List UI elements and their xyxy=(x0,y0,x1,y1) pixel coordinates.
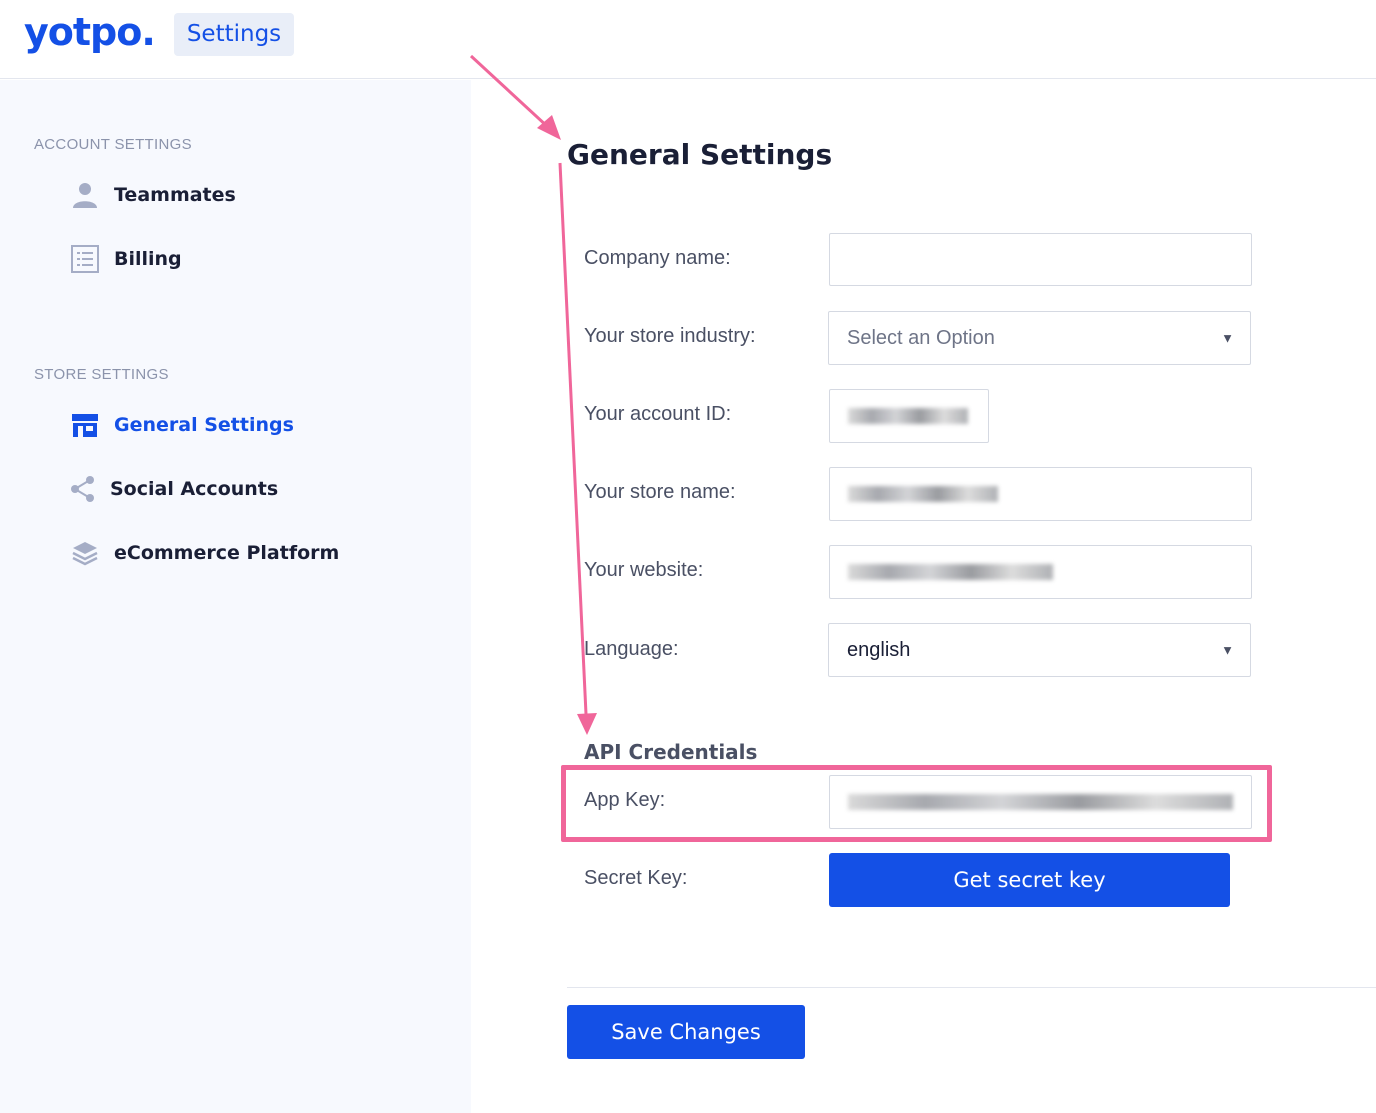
sidebar-item-billing[interactable]: Billing xyxy=(70,241,182,277)
sidebar-item-label: Social Accounts xyxy=(110,478,279,500)
sidebar-item-label: General Settings xyxy=(114,414,294,436)
website-label: Your website: xyxy=(584,559,704,581)
yotpo-logo[interactable]: yotpo. xyxy=(24,10,156,54)
account-id-label: Your account ID: xyxy=(584,403,732,425)
company-name-input[interactable] xyxy=(829,233,1252,286)
website-input[interactable] xyxy=(829,545,1252,599)
person-icon xyxy=(70,180,100,210)
sidebar-item-ecommerce-platform[interactable]: eCommerce Platform xyxy=(70,535,339,571)
store-name-label: Your store name: xyxy=(584,481,736,503)
app-header: yotpo. Settings xyxy=(0,0,1376,79)
sidebar-item-label: Teammates xyxy=(114,184,236,206)
section-divider xyxy=(567,987,1376,988)
store-industry-value: Select an Option xyxy=(847,326,995,349)
company-name-label: Company name: xyxy=(584,247,731,269)
save-changes-button[interactable]: Save Changes xyxy=(567,1005,805,1059)
api-credentials-heading: API Credentials xyxy=(584,740,758,764)
sidebar-item-general-settings[interactable]: General Settings xyxy=(70,407,294,443)
language-select[interactable]: english ▼ xyxy=(828,623,1251,677)
account-id-field[interactable] xyxy=(829,389,989,443)
app-key-field[interactable] xyxy=(829,775,1252,829)
redacted-store-name xyxy=(848,486,998,502)
arrow-head-diagonal xyxy=(537,115,561,140)
app-key-label: App Key: xyxy=(584,789,666,811)
language-value: english xyxy=(847,638,911,661)
arrow-head-vertical xyxy=(577,713,597,735)
sidebar-item-label: eCommerce Platform xyxy=(114,542,340,564)
store-industry-label: Your store industry: xyxy=(584,325,756,347)
redacted-website xyxy=(848,564,1053,580)
caret-down-icon: ▼ xyxy=(1221,330,1234,346)
redacted-app-key xyxy=(848,794,1233,810)
get-secret-key-button[interactable]: Get secret key xyxy=(829,853,1230,907)
settings-section-chip[interactable]: Settings xyxy=(174,13,294,56)
language-label: Language: xyxy=(584,638,679,660)
secret-key-label: Secret Key: xyxy=(584,867,688,889)
share-icon xyxy=(70,474,96,504)
sidebar-item-teammates[interactable]: Teammates xyxy=(70,177,236,213)
arrow-line-vertical xyxy=(558,162,588,715)
layers-icon xyxy=(70,538,100,568)
sidebar-item-label: Billing xyxy=(114,248,182,270)
store-name-input[interactable] xyxy=(829,467,1252,521)
invoice-icon xyxy=(70,244,100,274)
page-title: General Settings xyxy=(567,138,833,171)
store-settings-heading: STORE SETTINGS xyxy=(34,366,169,383)
account-settings-heading: ACCOUNT SETTINGS xyxy=(34,136,192,153)
sidebar xyxy=(0,80,471,1113)
sidebar-item-social-accounts[interactable]: Social Accounts xyxy=(70,471,278,507)
store-industry-select[interactable]: Select an Option ▼ xyxy=(828,311,1251,365)
caret-down-icon: ▼ xyxy=(1221,642,1234,658)
redacted-account-id xyxy=(848,408,968,424)
storefront-icon xyxy=(70,410,100,440)
